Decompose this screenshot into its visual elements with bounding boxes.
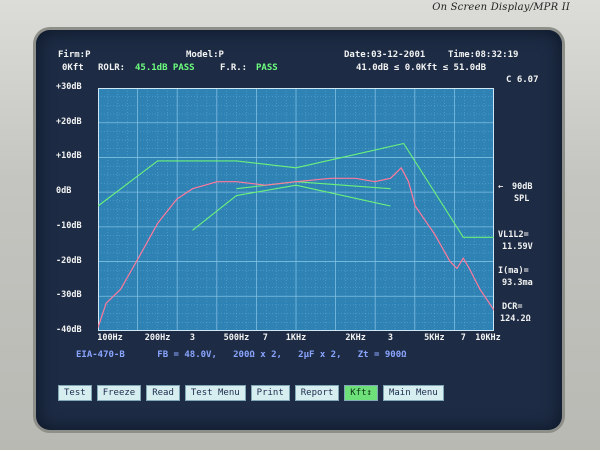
test-conditions: EIA-470-B FB = 48.0V, 200Ω x 2, 2μF x 2,… [76,350,407,360]
report-button[interactable]: Report [294,385,340,401]
x-tick-label: 3 [189,333,196,343]
x-tick-label: 2KHz [345,333,366,343]
x-tick-label: 500Hz [223,333,250,343]
model-label: Model:P [186,50,224,60]
ima-label: I(ma)= [498,266,529,276]
main-menu-button[interactable]: Main Menu [382,385,444,401]
softkey-bar: Test Freeze Read Test Menu Print Report … [58,385,444,401]
y-tick-label: +20dB [56,116,82,127]
spl-arrow-icon: ← [498,182,504,192]
ima-value: 93.3ma [502,278,533,288]
dcr-label: DCR= [502,302,523,312]
range-readout: 41.0dB ≤ 0.0Kft ≤ 51.0dB [356,63,487,73]
firm-label: Firm:P [58,50,91,60]
x-tick-label: 5KHz [424,333,445,343]
brand-label: On Screen Display/MPR II [432,2,570,13]
y-tick-label: +30dB [56,82,82,92]
frequency-response-chart [98,88,494,331]
date-label: Date:03-12-2001 [344,50,426,60]
y-tick-label: 0dB [56,186,72,197]
vl-value: 11.59V [502,242,533,252]
test-menu-button[interactable]: Test Menu [184,385,246,401]
y-tick-label: -30dB [56,290,82,301]
kft-label: 0Kft [62,63,84,73]
x-tick-label: 100Hz [97,333,123,343]
dcr-value: 124.2Ω [500,314,531,324]
fr-value: PASS [256,63,278,73]
x-tick-label: 10KHz [475,333,501,343]
print-button[interactable]: Print [250,385,290,401]
y-tick-label: -20dB [56,255,82,266]
rolr-value: 45.1dB PASS [135,63,195,73]
y-tick-label: -10dB [56,220,82,231]
crt-screen: Firm:P Model:P Date:03-12-2001 Time:08:3… [36,30,562,430]
y-tick-label: +10dB [56,151,82,162]
x-tick-label: 200Hz [144,333,171,343]
freeze-button[interactable]: Freeze [96,385,142,401]
test-button[interactable]: Test [58,385,92,401]
rolr-label: ROLR: [98,63,126,73]
spl-label: SPL [514,194,530,204]
version-label: C 6.07 [506,75,539,85]
read-button[interactable]: Read [146,385,180,401]
x-tick-label: 7 [460,333,466,343]
x-tick-label: 7 [262,333,268,343]
fr-label: F.R.: [220,63,248,73]
x-tick-label: 3 [387,333,394,343]
x-tick-label: 1KHz [285,333,307,343]
kft-button[interactable]: Kft↕ [344,385,378,401]
y-tick-label: -40dB [56,325,82,335]
spl-value: 90dB [512,182,533,192]
vl-label: VL1L2= [498,230,529,240]
time-label: Time:08:32:19 [448,50,519,60]
